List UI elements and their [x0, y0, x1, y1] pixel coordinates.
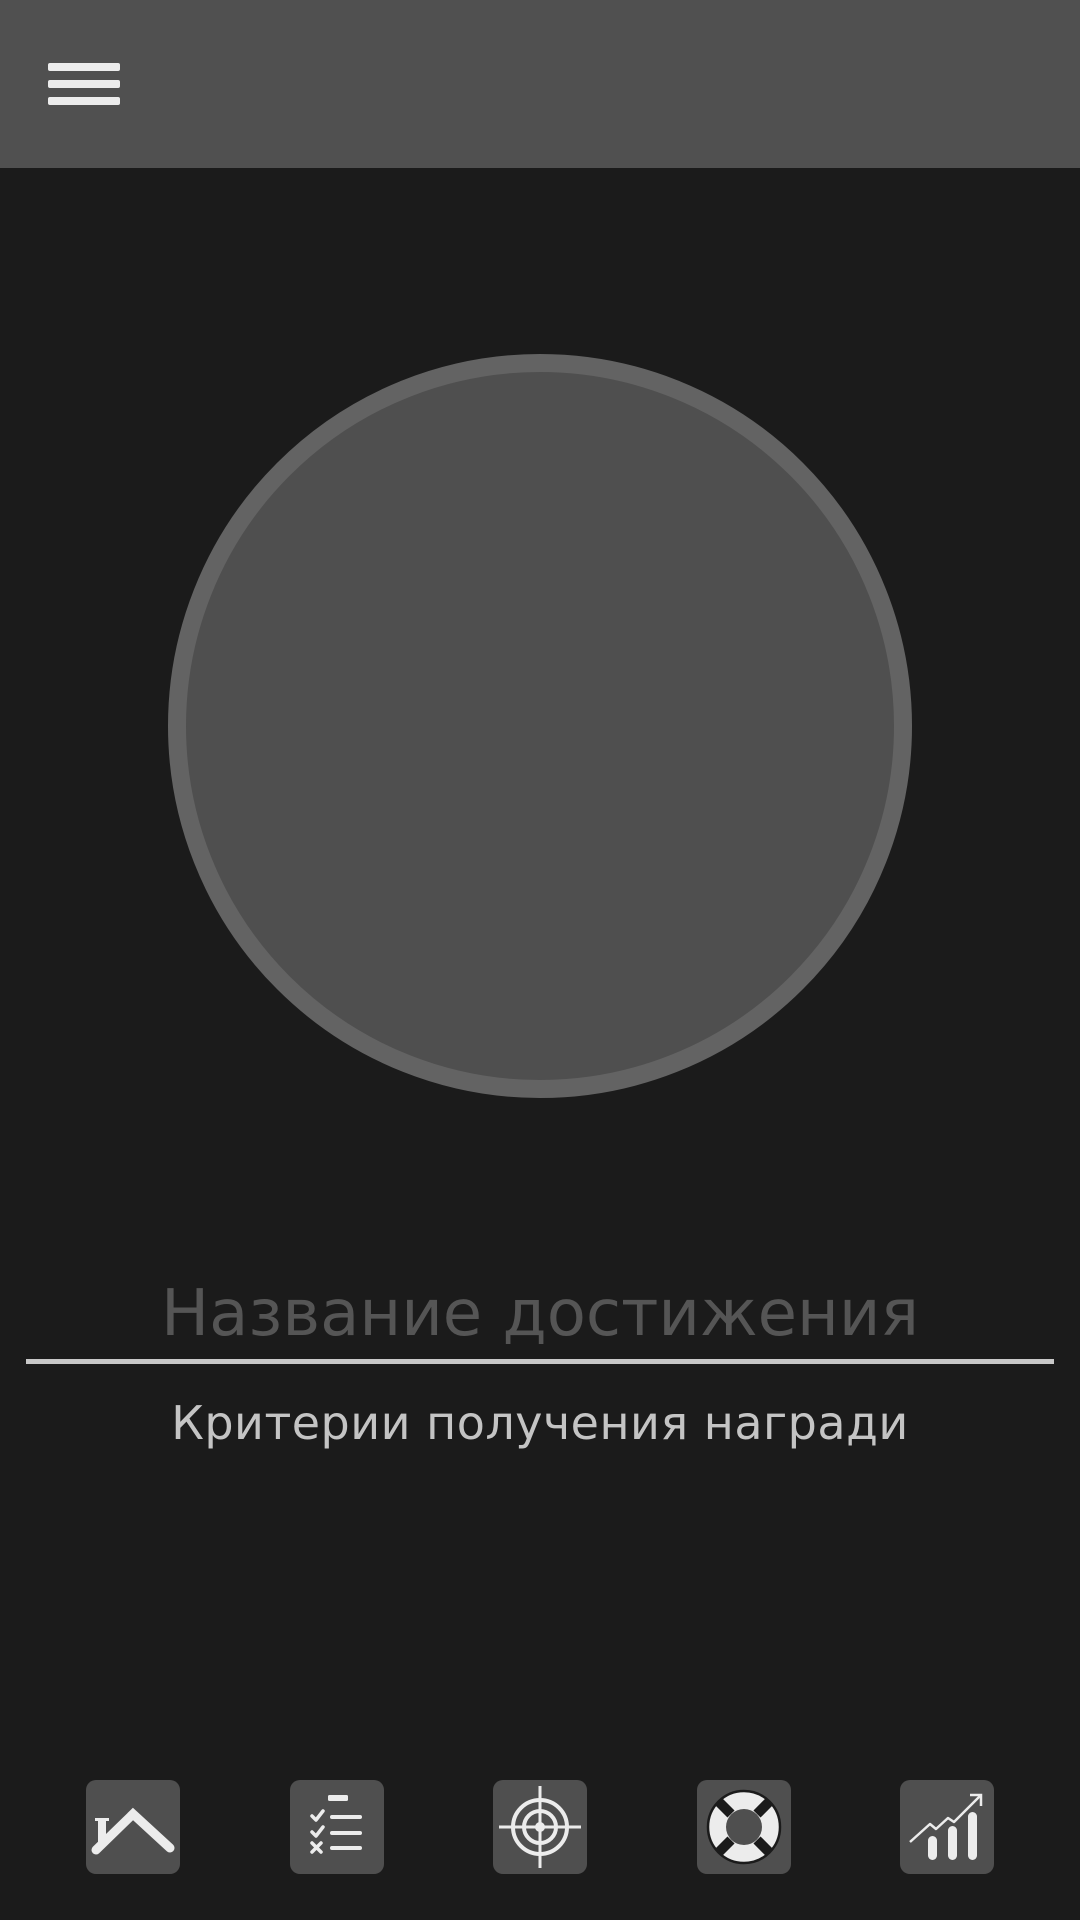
- lifebuoy-icon: [706, 1789, 782, 1865]
- menu-button[interactable]: [46, 60, 122, 108]
- bottom-navigation: [0, 1780, 1080, 1874]
- growth-chart-icon: [909, 1793, 983, 1860]
- hamburger-menu-icon: [48, 63, 120, 105]
- achievement-title-input[interactable]: [26, 1268, 1054, 1364]
- nav-tasks-button[interactable]: [290, 1780, 384, 1874]
- achievement-image-placeholder[interactable]: [168, 354, 912, 1098]
- nav-help-button[interactable]: [697, 1780, 791, 1874]
- top-app-bar: [0, 0, 1080, 168]
- home-icon: [91, 1807, 175, 1855]
- achievement-screen: Критерии получения награди: [0, 0, 1080, 1920]
- nav-home-button[interactable]: [86, 1780, 180, 1874]
- achievement-criteria-text: Критерии получения награди: [171, 1396, 909, 1450]
- checklist-icon: [310, 1795, 362, 1854]
- target-icon: [499, 1786, 581, 1868]
- nav-stats-button[interactable]: [900, 1780, 994, 1874]
- nav-goals-button[interactable]: [493, 1780, 587, 1874]
